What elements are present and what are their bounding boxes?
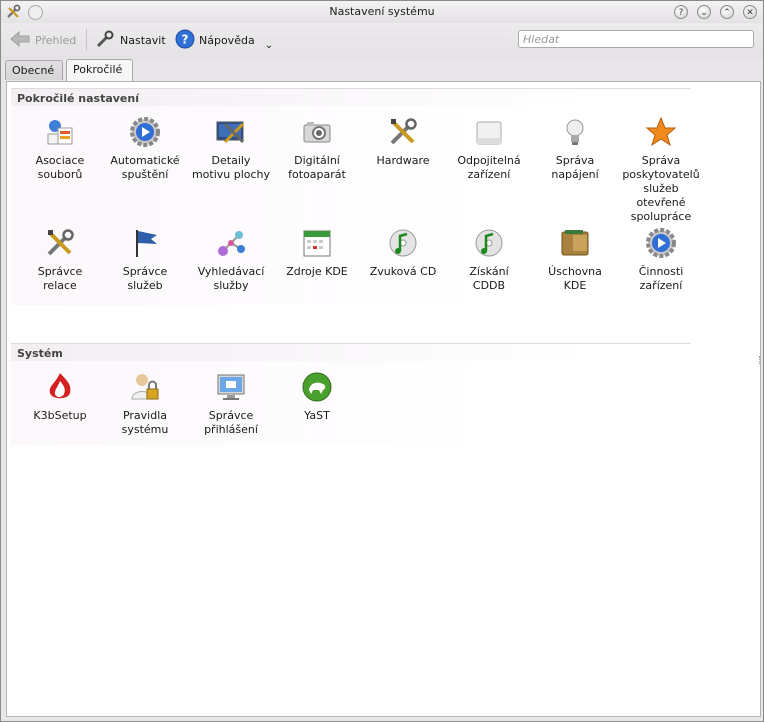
wrench-icon xyxy=(94,28,116,53)
star-icon xyxy=(645,116,677,148)
item-power-management[interactable]: Správa napájení xyxy=(532,116,618,182)
calendar-icon xyxy=(301,227,333,259)
item-label: Detaily motivu plochy xyxy=(191,154,271,181)
search-input[interactable] xyxy=(518,30,754,48)
item-open-collaboration-providers[interactable]: Správa poskytovatelů služeb otevřené spo… xyxy=(618,116,704,224)
tab-bar: Obecné Pokročilé xyxy=(1,59,763,81)
item-label: Pravidla systému xyxy=(121,409,169,436)
item-label: YaST xyxy=(304,409,330,422)
title-bar[interactable]: Nastavení systému ? ⌄ ⌃ ✕ xyxy=(1,1,763,23)
item-system-policies[interactable]: Pravidla systému xyxy=(102,371,188,437)
item-label: Vyhledávací služby xyxy=(197,265,265,292)
item-label: Úschovna KDE xyxy=(548,265,602,292)
item-cddb-retrieval[interactable]: Získání CDDB xyxy=(446,227,532,293)
login-monitor-icon xyxy=(215,371,247,403)
session-tools-icon xyxy=(44,227,76,259)
file-associations-icon xyxy=(44,116,76,148)
help-icon: ? xyxy=(175,29,195,52)
camera-icon xyxy=(301,116,333,148)
user-lock-icon xyxy=(129,371,161,403)
item-yast[interactable]: YaST xyxy=(274,371,360,423)
audio-cd-icon xyxy=(387,227,419,259)
help-menu-button[interactable]: ? Nápověda ⌄ xyxy=(175,27,273,53)
help-window-button[interactable]: ? xyxy=(674,5,688,19)
item-label: Automatické spuštění xyxy=(110,154,180,181)
close-button[interactable]: ✕ xyxy=(743,5,757,19)
item-kde-wallet[interactable]: Úschovna KDE xyxy=(532,227,618,293)
desktop-theme-icon xyxy=(215,116,247,148)
cddb-cd-icon xyxy=(473,227,505,259)
system-settings-window: Nastavení systému ? ⌄ ⌃ ✕ Přehled Nastav… xyxy=(0,0,764,722)
tab-advanced[interactable]: Pokročilé xyxy=(66,59,133,81)
item-k3bsetup[interactable]: K3bSetup xyxy=(17,371,103,423)
maximize-button[interactable]: ⌃ xyxy=(720,5,734,19)
svg-text:?: ? xyxy=(182,32,189,46)
chevron-down-icon: ⌄ xyxy=(264,39,274,51)
item-label: Hardware xyxy=(376,154,430,167)
item-label: Zdroje KDE xyxy=(286,265,348,278)
settings-content: Pokročilé nastavení Systém Asociace soub… xyxy=(6,81,761,717)
item-autostart[interactable]: Automatické spuštění xyxy=(102,116,188,182)
item-login-manager[interactable]: Správce přihlášení xyxy=(188,371,274,437)
item-label: Činnosti zařízení xyxy=(638,265,684,292)
lightbulb-icon xyxy=(559,116,591,148)
item-label: Správa napájení xyxy=(551,154,599,181)
item-label: Správce přihlášení xyxy=(204,409,258,436)
toolbar-separator xyxy=(86,29,87,51)
toolbar: Přehled Nastavit ? Nápověda ⌄ xyxy=(1,23,763,59)
item-label: Digitální fotoaparát xyxy=(288,154,346,181)
item-label: K3bSetup xyxy=(33,409,87,422)
discovery-network-icon xyxy=(215,227,247,259)
window-title: Nastavení systému xyxy=(329,5,435,18)
hardware-tools-icon xyxy=(387,116,419,148)
wallet-icon xyxy=(559,227,591,259)
item-session-manager[interactable]: Správce relace xyxy=(17,227,103,293)
item-label: Asociace souborů xyxy=(35,154,85,181)
autostart-gear-icon xyxy=(129,116,161,148)
yast-chameleon-icon xyxy=(301,371,333,403)
item-service-manager[interactable]: Správce služeb xyxy=(102,227,188,293)
back-arrow-icon xyxy=(9,29,31,52)
item-audio-cd[interactable]: Zvuková CD xyxy=(360,227,446,279)
item-label: Odpojitelná zařízení xyxy=(457,154,521,181)
item-label: Správce služeb xyxy=(122,265,168,292)
overview-button[interactable]: Přehled xyxy=(9,27,76,53)
removable-drive-icon xyxy=(473,116,505,148)
item-digital-camera[interactable]: Digitální fotoaparát xyxy=(274,116,360,182)
item-kde-resources[interactable]: Zdroje KDE xyxy=(274,227,360,279)
device-actions-gear-icon xyxy=(645,227,677,259)
item-file-associations[interactable]: Asociace souborů xyxy=(17,116,103,182)
k3b-flame-icon xyxy=(44,371,76,403)
configure-label: Nastavit xyxy=(120,33,166,47)
group-title-system: Systém xyxy=(11,343,691,361)
resize-grip[interactable] xyxy=(759,356,763,364)
tab-general[interactable]: Obecné xyxy=(5,60,63,80)
item-removable-devices[interactable]: Odpojitelná zařízení xyxy=(446,116,532,182)
configure-button[interactable]: Nastavit xyxy=(94,27,166,53)
flag-icon xyxy=(129,227,161,259)
item-label: Získání CDDB xyxy=(469,265,509,292)
item-label: Správa poskytovatelů služeb otevřené spo… xyxy=(622,154,700,223)
item-hardware[interactable]: Hardware xyxy=(360,116,446,168)
item-label: Zvuková CD xyxy=(369,265,437,278)
item-device-actions[interactable]: Činnosti zařízení xyxy=(618,227,704,293)
item-discovery-services[interactable]: Vyhledávací služby xyxy=(188,227,274,293)
help-label: Nápověda xyxy=(199,33,255,47)
minimize-button[interactable]: ⌄ xyxy=(697,5,711,19)
group-title-advanced: Pokročilé nastavení xyxy=(11,88,691,106)
item-desktop-theme-details[interactable]: Detaily motivu plochy xyxy=(188,116,274,182)
item-label: Správce relace xyxy=(37,265,83,292)
overview-label: Přehled xyxy=(35,33,77,47)
